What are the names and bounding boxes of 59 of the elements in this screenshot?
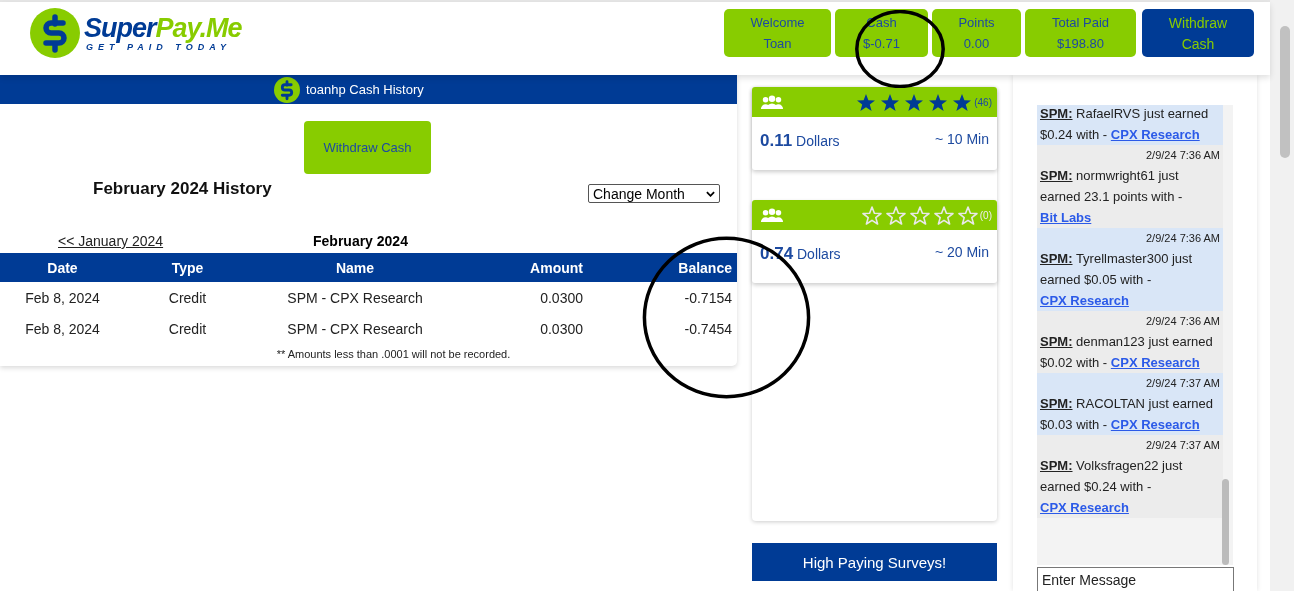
message-text: SPM: normwright61 just earned 23.1 points with - Bit Labs [1040, 167, 1184, 227]
caret-icon [706, 190, 715, 197]
offer-link[interactable]: CPX Research [1110, 127, 1200, 142]
column-header: Balance [583, 253, 737, 282]
table-cell: -0.7454 [583, 313, 737, 344]
timestamp: 2/9/24 7:37 AM [1145, 438, 1220, 453]
offer-link[interactable]: CPX Research [1040, 293, 1129, 308]
footnote: ** Amounts less than .0001 will not be recorded. [275, 348, 512, 360]
message-text: SPM: Volksfragen22 just earned $0.24 with - CPX Research [1040, 457, 1184, 517]
people-icon [760, 94, 784, 110]
survey-duration: ~ 10 Min [934, 131, 989, 149]
timestamp: 2/9/24 7:36 AM [1145, 148, 1220, 163]
table-cell: -0.7154 [583, 282, 737, 313]
table-cell: 0.0300 [460, 282, 583, 313]
survey-duration: ~ 20 Min [934, 244, 989, 262]
dollar-logo-icon [30, 7, 80, 58]
page-title: toanhp Cash History [306, 82, 424, 97]
scrollbar[interactable] [1270, 0, 1294, 591]
stat-box: Welcome Toan [724, 8, 831, 57]
rating-count: (46) [974, 96, 992, 108]
history-heading: February 2024 History [93, 179, 272, 199]
high-paying-surveys-button[interactable]: High Paying Surveys! [752, 543, 997, 581]
stat-box: Points 0.00 [932, 8, 1021, 57]
table-cell: Credit [125, 282, 250, 313]
current-month: February 2024 [313, 233, 408, 249]
message-field[interactable]: Enter Message [1037, 567, 1234, 591]
message-text: SPM: Tyrellmaster300 just earned $0.05 with - CPX Research [1040, 250, 1194, 310]
column-header: Name [250, 253, 460, 282]
table-cell-text: Feb 8, 2024 [24, 319, 101, 339]
offer-link[interactable]: CPX Research [1110, 355, 1200, 370]
message-text: SPM: RafaelRVS just earned $0.24 with - CPX Research [1040, 105, 1210, 144]
timestamp: 2/9/24 7:36 AM [1145, 314, 1220, 329]
survey-card[interactable]: (46) 0.11 Dollars ~ 10 Min [752, 87, 997, 170]
rating-count: (0) [979, 209, 992, 221]
message-text: SPM: RACOLTAN just earned $0.03 with - CPX Research [1040, 395, 1214, 434]
column-header: Type [125, 253, 250, 282]
stat-box: Total Paid $198.80 [1025, 8, 1136, 57]
people-icon [760, 207, 784, 223]
scrollbar-thumb[interactable] [1222, 479, 1229, 565]
table-cell: SPM - CPX Research [250, 282, 460, 313]
brand-name: SuperPay.Me [84, 13, 242, 42]
month-dropdown[interactable]: Change Month [588, 184, 720, 203]
withdraw-button[interactable]: Withdraw Cash [1142, 8, 1254, 57]
column-header: Amount [460, 253, 583, 282]
table-cell: Feb 8, 2024 [0, 282, 125, 313]
table-cell-text: SPM - CPX Research [286, 319, 424, 339]
scrollbar-thumb[interactable] [1280, 26, 1290, 158]
message-text: SPM: denman123 just earned $0.02 with - CPX Research [1040, 333, 1214, 372]
previous-month-link[interactable]: << January 2024 [58, 233, 313, 249]
timestamp: 2/9/24 7:36 AM [1145, 231, 1220, 246]
timestamp: 2/9/24 7:37 AM [1145, 376, 1220, 391]
offer-link[interactable]: Bit Labs [1040, 210, 1092, 225]
table-cell-text: 0.0300 [539, 319, 583, 339]
column-header: Date [0, 253, 125, 282]
offer-link[interactable]: CPX Research [1040, 500, 1129, 515]
withdraw-button[interactable]: Withdraw Cash [304, 121, 431, 174]
survey-reward: 0.11 Dollars [760, 131, 840, 151]
table-cell-text: Credit [167, 319, 208, 339]
offer-link[interactable]: CPX Research [1110, 417, 1200, 432]
